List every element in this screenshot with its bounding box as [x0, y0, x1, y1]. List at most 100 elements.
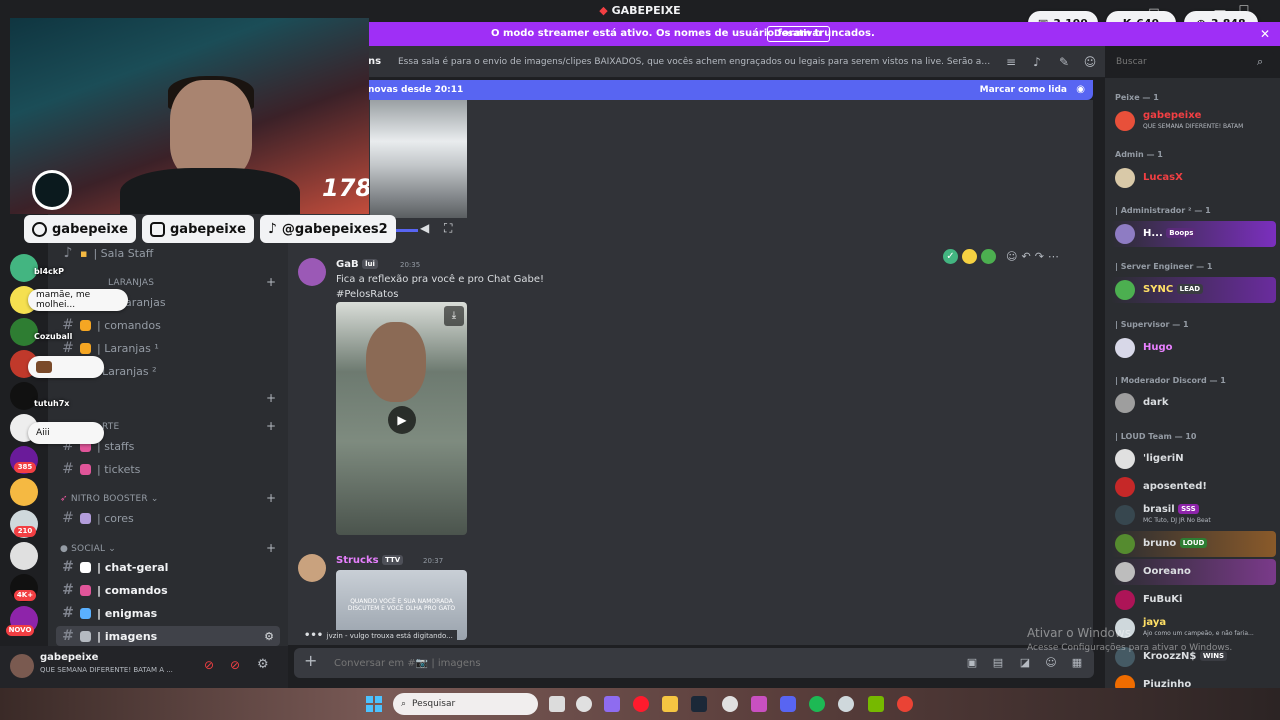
add-channel-icon[interactable]: + — [266, 491, 276, 505]
avatar[interactable] — [10, 654, 34, 678]
member-item[interactable]: dark — [1111, 390, 1276, 416]
server-icon[interactable] — [10, 542, 38, 570]
channel-topic[interactable]: Essa sala é para o envio de imagens/clip… — [398, 46, 993, 78]
channel-laranjas[interactable]: laranjas — [116, 292, 280, 312]
member-item[interactable]: SYNC LEAD — [1111, 277, 1276, 303]
threads-icon[interactable]: ≡ — [1004, 55, 1018, 69]
nvidia-icon[interactable] — [868, 696, 884, 712]
app-icon[interactable] — [576, 696, 592, 712]
bell-icon[interactable]: ♪ — [1030, 55, 1044, 69]
members-icon[interactable]: ☺ — [1083, 55, 1097, 69]
message-input[interactable] — [334, 648, 894, 678]
image-attachment[interactable] — [370, 100, 467, 218]
member-item[interactable]: aposented! — [1111, 474, 1276, 500]
category-label: SOCIAL — [71, 544, 106, 554]
mute-icon[interactable]: ⊘ — [204, 658, 214, 672]
channel-enigmas[interactable]: # | enigmas — [56, 603, 280, 623]
app-title-text: GABEPEIXE — [611, 4, 681, 17]
add-reaction-icon[interactable]: ☺ — [1006, 250, 1017, 263]
emoji-icon[interactable]: ☺ — [1044, 656, 1058, 670]
avatar[interactable] — [298, 554, 326, 582]
member-name: SYNC LEAD — [1143, 284, 1204, 295]
channel-laranjas-1[interactable]: # | Laranjas ¹ — [56, 338, 280, 358]
channel-comandos[interactable]: # | comandos — [56, 315, 280, 335]
add-channel-icon[interactable]: + — [266, 541, 276, 555]
forward-icon[interactable]: ↷ — [1035, 250, 1044, 263]
new-messages-bar[interactable]: novas desde 20:11 Marcar como lida ◉ — [365, 80, 1093, 100]
disable-streamer-mode-button[interactable]: Desativar — [767, 26, 830, 42]
deafen-icon[interactable]: ⊘ — [230, 658, 240, 672]
member-item[interactable]: FuBuKi — [1111, 587, 1276, 613]
member-item[interactable]: bruno LOUD — [1111, 531, 1276, 557]
channel-tickets[interactable]: # | tickets — [56, 459, 280, 479]
activation-watermark-title: Ativar o Windows — [1027, 626, 1131, 640]
obs-icon[interactable] — [838, 696, 854, 712]
social-tiktok: ♪ @gabepeixes2 — [259, 215, 396, 243]
add-channel-icon[interactable]: + — [266, 391, 276, 405]
category-suporte[interactable]: RTE — [102, 422, 119, 432]
search-icon: ⌕ — [401, 699, 407, 709]
more-icon[interactable]: ⋯ — [1048, 250, 1059, 263]
app-icon[interactable] — [604, 696, 620, 712]
member-item[interactable]: jaya Ajo como um campeão, e não faria... — [1111, 615, 1276, 641]
message-author[interactable]: Strucks TTV — [336, 555, 404, 566]
add-attachment-icon[interactable]: + — [304, 651, 317, 670]
check-reaction-icon[interactable]: ✓ — [943, 248, 958, 264]
gift-icon[interactable]: ▣ — [965, 656, 979, 670]
category-nitro-booster[interactable]: ➶ NITRO BOOSTER ⌄ — [60, 494, 159, 504]
gif-icon[interactable]: ▤ — [991, 656, 1005, 670]
avatar[interactable] — [298, 258, 326, 286]
mark-as-read-button[interactable]: Marcar como lida — [980, 80, 1067, 100]
member-item[interactable]: Hugo — [1111, 335, 1276, 361]
channel-settings-icon[interactable]: ⚙ — [264, 630, 274, 643]
settings-icon[interactable]: ⚙ — [257, 657, 269, 672]
search-input[interactable] — [1110, 52, 1274, 72]
add-channel-icon[interactable]: + — [266, 275, 276, 289]
opera-icon[interactable] — [633, 696, 649, 712]
fullscreen-icon[interactable]: ⛶ — [444, 221, 452, 236]
apps-icon[interactable]: ▦ — [1070, 656, 1084, 670]
channel-label: | imagens — [97, 629, 158, 643]
channel-chat-geral[interactable]: # | chat-geral — [56, 557, 280, 577]
task-view-icon[interactable] — [549, 696, 565, 712]
category-laranjas[interactable]: LARANJAS — [108, 278, 154, 288]
channel-sala-staff[interactable]: ♪ ▪ | Sala Staff — [56, 243, 280, 263]
member-item[interactable]: 'ligeriN — [1111, 446, 1276, 472]
laugh-reaction-icon[interactable] — [962, 248, 977, 264]
channel-cores[interactable]: # | cores — [56, 508, 280, 528]
reply-icon[interactable]: ↶ — [1021, 250, 1030, 263]
member-item[interactable]: LucasX — [1111, 165, 1276, 191]
download-icon[interactable]: ⤓ — [444, 306, 464, 326]
channel-imagens[interactable]: # | imagens ⚙ — [56, 626, 280, 646]
member-item[interactable]: brasil SSS MC Tuto, DJ JR No Beat — [1111, 502, 1276, 528]
app-icon[interactable] — [751, 696, 767, 712]
channel-laranjas-2[interactable]: Laranjas ² — [96, 361, 280, 381]
frog-reaction-icon[interactable] — [981, 248, 996, 264]
member-item[interactable]: gabepeixe QUE SEMANA DIFERENTE! BATAM — [1111, 108, 1276, 134]
volume-icon[interactable]: ◀ — [420, 221, 429, 235]
server-icon[interactable] — [10, 478, 38, 506]
member-item[interactable]: Ooreano — [1111, 559, 1276, 585]
discord-icon[interactable] — [780, 696, 796, 712]
add-channel-icon[interactable]: + — [266, 419, 276, 433]
message-author[interactable]: GaB lui — [336, 259, 378, 270]
category-social[interactable]: ● SOCIAL ⌄ — [60, 544, 116, 554]
spotify-icon[interactable] — [809, 696, 825, 712]
message-text: Fica a reflexão pra você e pro Chat Gabe… — [336, 274, 545, 285]
play-icon[interactable]: ▶ — [388, 406, 416, 434]
member-name: bruno LOUD — [1143, 538, 1208, 549]
member-item[interactable]: H... Boops — [1111, 221, 1276, 247]
app-icon[interactable] — [722, 696, 738, 712]
channel-comandos-social[interactable]: # | comandos — [56, 580, 280, 600]
pin-icon[interactable]: ✎ — [1057, 55, 1071, 69]
close-icon[interactable]: ✕ — [1260, 22, 1270, 46]
member-status: Ajo como um campeão, e não faria... — [1143, 630, 1254, 637]
file-explorer-icon[interactable] — [662, 696, 678, 712]
sticker-icon[interactable]: ◪ — [1018, 656, 1032, 670]
windows-start-icon[interactable] — [366, 696, 382, 712]
chrome-icon[interactable] — [897, 696, 913, 712]
video-attachment[interactable]: ▶ ⤓ — [336, 302, 467, 535]
taskbar-search[interactable]: ⌕ Pesquisar — [393, 693, 538, 715]
steam-icon[interactable] — [691, 696, 707, 712]
member-item[interactable]: Piuzinho — [1111, 672, 1276, 688]
